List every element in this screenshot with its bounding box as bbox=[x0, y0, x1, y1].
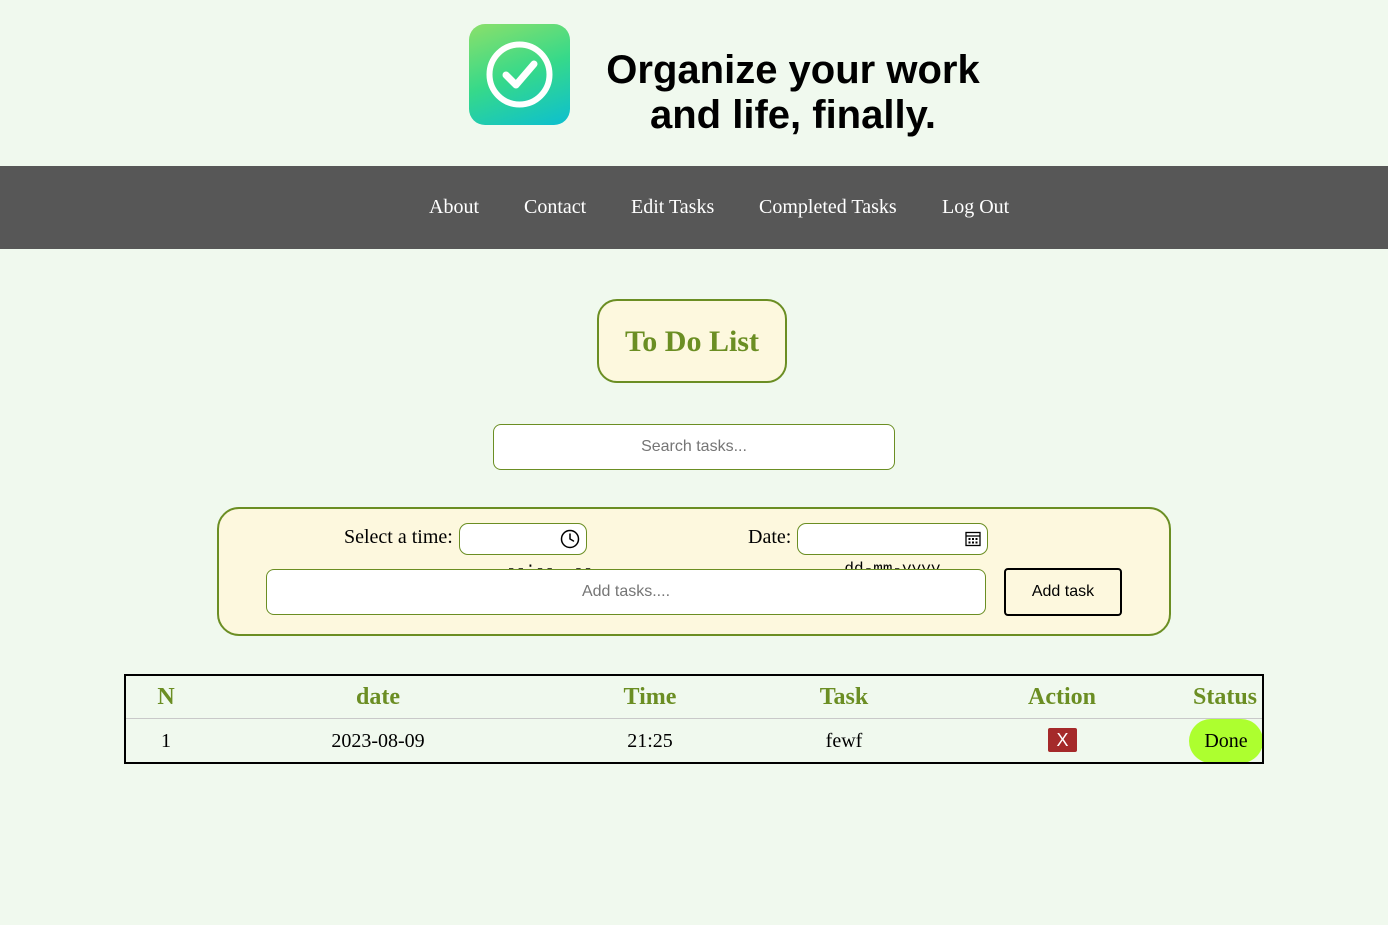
delete-task-button[interactable]: X bbox=[1048, 728, 1077, 752]
check-circle-icon bbox=[486, 41, 553, 108]
nav-log-out[interactable]: Log Out bbox=[942, 166, 1009, 249]
headline-line-2: and life, finally. bbox=[650, 93, 936, 137]
date-input[interactable]: dd-mm-yyyy bbox=[797, 523, 988, 578]
time-input[interactable]: --:-- -- bbox=[459, 523, 593, 578]
time-label: Select a time: bbox=[344, 526, 453, 548]
column-header-time: Time bbox=[623, 684, 677, 710]
page-title: To Do List bbox=[597, 299, 787, 383]
column-header-status: Status bbox=[1192, 684, 1258, 710]
date-label: Date: bbox=[748, 526, 792, 548]
calendar-icon[interactable] bbox=[965, 530, 981, 548]
clock-icon[interactable] bbox=[560, 529, 580, 549]
app-logo bbox=[469, 24, 570, 125]
search-input[interactable] bbox=[493, 424, 895, 470]
add-task-input[interactable] bbox=[266, 569, 986, 615]
tasks-table: N date Time Task Action Status 1 2023-08… bbox=[124, 674, 1264, 764]
cell-time: 21:25 bbox=[627, 730, 673, 752]
column-header-task: Task bbox=[819, 684, 869, 710]
nav-completed-tasks[interactable]: Completed Tasks bbox=[759, 166, 897, 249]
cell-task: fewf bbox=[825, 730, 863, 752]
add-task-form: Select a time: --:-- -- Date: dd-mm-yyyy… bbox=[217, 507, 1171, 636]
nav-contact[interactable]: Contact bbox=[524, 166, 586, 249]
headline-line-1: Organize your work bbox=[606, 48, 980, 92]
nav-edit-tasks[interactable]: Edit Tasks bbox=[631, 166, 714, 249]
row-divider bbox=[126, 718, 1262, 719]
add-task-button[interactable]: Add task bbox=[1004, 568, 1122, 616]
column-header-date: date bbox=[356, 684, 400, 710]
column-header-n: N bbox=[157, 684, 175, 710]
column-header-action: Action bbox=[1028, 684, 1096, 710]
headline: Organize your work and life, finally. bbox=[590, 48, 996, 138]
done-button[interactable]: Done bbox=[1189, 719, 1262, 762]
cell-date: 2023-08-09 bbox=[331, 730, 425, 752]
navbar: About Contact Edit Tasks Completed Tasks… bbox=[0, 166, 1388, 249]
nav-about[interactable]: About bbox=[429, 166, 479, 249]
header: Organize your work and life, finally. bbox=[0, 0, 1388, 166]
cell-n: 1 bbox=[161, 730, 171, 752]
